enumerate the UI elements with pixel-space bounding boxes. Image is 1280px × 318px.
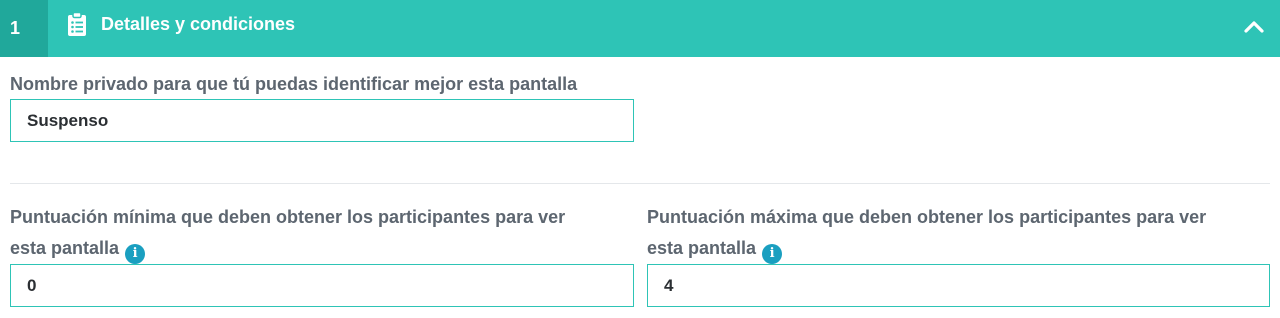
min-score-label-line1: Puntuación mínima que deben obtener los … (10, 207, 566, 227)
section-header[interactable]: 1 Detalles y condiciones (0, 0, 1280, 57)
clipboard-list-icon (68, 12, 86, 36)
section-divider (10, 183, 1270, 184)
step-number: 1 (0, 0, 48, 57)
min-score-input[interactable] (10, 264, 634, 307)
min-score-label-line2: esta pantalla i (10, 233, 640, 264)
private-name-label: Nombre privado para que tú puedas identi… (10, 74, 578, 94)
chevron-up-icon[interactable] (1240, 13, 1268, 41)
min-score-info-icon[interactable]: i (125, 244, 146, 264)
private-name-input[interactable] (10, 99, 634, 142)
section-title: Detalles y condiciones (101, 14, 296, 34)
min-score-label-line2-text: esta pantalla (10, 238, 120, 258)
max-score-label-line2-text: esta pantalla (647, 238, 757, 258)
max-score-info-icon[interactable]: i (762, 244, 783, 264)
max-score-label-line2: esta pantalla i (647, 233, 1277, 264)
max-score-label: Puntuación máxima que deben obtener los … (647, 202, 1277, 264)
min-score-label: Puntuación mínima que deben obtener los … (10, 202, 640, 264)
max-score-input[interactable] (647, 264, 1270, 307)
max-score-label-line1: Puntuación máxima que deben obtener los … (647, 207, 1207, 227)
